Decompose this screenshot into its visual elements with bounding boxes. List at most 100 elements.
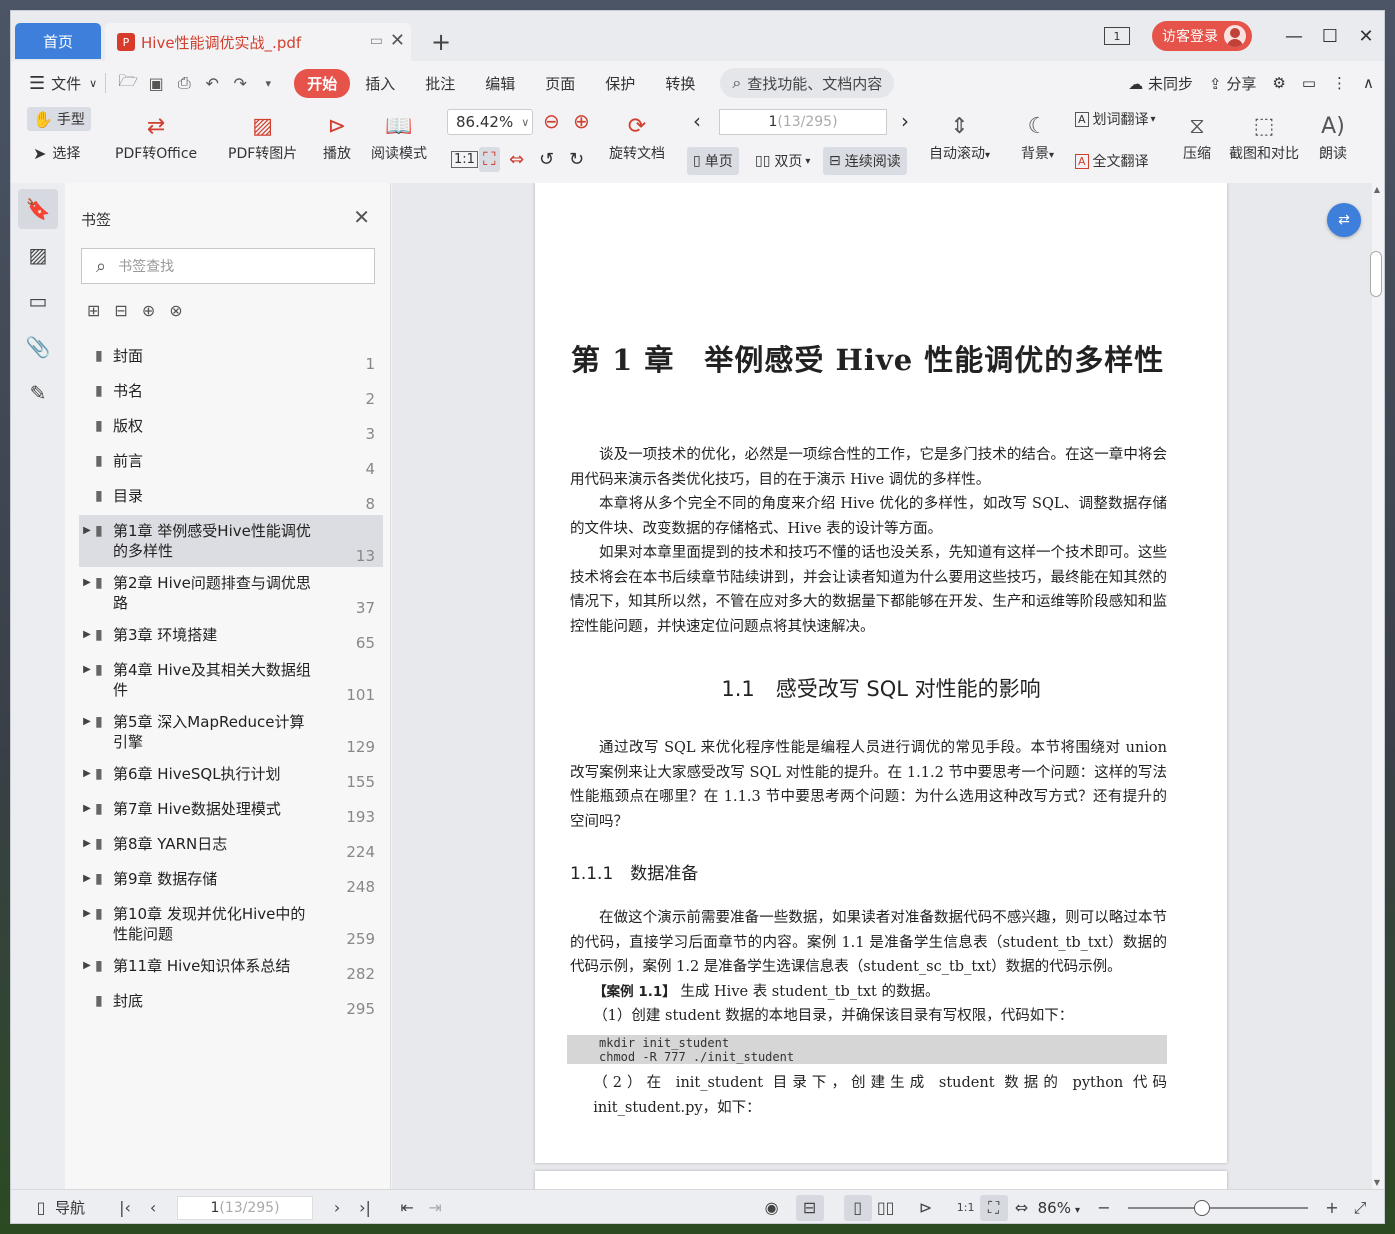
screenshot-compare-button[interactable]: ⬚ 截图和对比 [1229, 109, 1299, 163]
collapse-all-icon[interactable]: ⊟ [114, 301, 127, 320]
status-page-input[interactable]: 1 (13/295) [177, 1195, 314, 1220]
bookmark-item[interactable]: ▮ 前言 4 [79, 445, 383, 480]
quick-access-more-icon[interactable]: ▾ [254, 77, 282, 90]
bookmark-item[interactable]: ▶ ▮ 第6章 HiveSQL执行计划 155 [79, 758, 383, 793]
page-number-input[interactable]: 1 (13/295) [719, 109, 887, 135]
continuous-read-button[interactable]: ⊟ 连续阅读 [823, 147, 907, 175]
tab-home[interactable]: 首页 [15, 23, 101, 59]
menu-insert[interactable]: 插入 [350, 73, 410, 94]
menu-convert[interactable]: 转换 [650, 73, 710, 94]
play-button[interactable]: ⊳ 播放 [323, 109, 351, 163]
single-page-button[interactable]: ▯ 单页 [687, 147, 739, 175]
bookmark-item[interactable]: ▶ ▮ 第4章 Hive及其相关大数据组件 101 [79, 654, 383, 706]
tab-document[interactable]: P Hive性能调优实战_.pdf ▭ ✕ [105, 23, 411, 61]
delete-bookmark-icon[interactable]: ⊗ [169, 301, 182, 320]
expand-arrow-icon[interactable]: ▶ [79, 660, 95, 700]
close-panel-icon[interactable]: ✕ [353, 205, 370, 229]
word-translate-button[interactable]: A 划词翻译 ▾ [1075, 109, 1156, 129]
fit-width-icon[interactable]: ⇔ [509, 149, 524, 170]
signature-icon[interactable]: ✎ [18, 373, 58, 413]
close-window-icon[interactable]: ✕ [1348, 26, 1384, 47]
new-tab-button[interactable]: + [431, 28, 451, 56]
rotate-left-icon[interactable]: ↺ [539, 149, 554, 170]
zoom-in-icon[interactable]: + [1318, 1198, 1346, 1217]
double-mode-icon[interactable]: ▯▯ [872, 1198, 900, 1217]
auto-scroll-button[interactable]: ⇕ 自动滚动▾ [929, 109, 990, 163]
sync-status[interactable]: ☁ 未同步 [1128, 73, 1193, 94]
pdf-to-office-button[interactable]: ⇄ PDF转Office [115, 109, 197, 163]
bookmark-item[interactable]: ▮ 书名 2 [79, 375, 383, 410]
hand-tool-button[interactable]: ✋ 手型 [27, 107, 91, 131]
rotate-document-button[interactable]: ⟳ 旋转文档 [609, 109, 665, 163]
bookmark-item[interactable]: ▮ 目录 8 [79, 480, 383, 515]
maximize-icon[interactable]: ☐ [1312, 26, 1348, 47]
compress-button[interactable]: ⧖ 压缩 [1183, 109, 1211, 163]
open-folder-icon[interactable]: 🗁 [114, 70, 142, 97]
last-page-icon[interactable]: ›| [351, 1198, 379, 1217]
feature-search[interactable]: ⌕ 查找功能、文档内容 [720, 68, 895, 98]
bookmark-icon[interactable]: 🔖 [18, 189, 58, 229]
zoom-out-icon[interactable]: − [1090, 1198, 1118, 1217]
prev-page-icon[interactable]: ‹ [139, 1198, 167, 1217]
next-page-icon[interactable]: › [323, 1198, 351, 1217]
expand-all-icon[interactable]: ⊞ [87, 301, 100, 320]
bookmark-search-input[interactable]: ⌕ 书签查找 [81, 248, 375, 284]
bookmark-item[interactable]: ▶ ▮ 第1章 举例感受Hive性能调优的多样性 13 [79, 515, 383, 567]
forward-icon[interactable]: ⇥ [421, 1198, 449, 1217]
expand-arrow-icon[interactable]: ▶ [79, 904, 95, 944]
bookmark-item[interactable]: ▮ 封底 295 [79, 985, 383, 1020]
eye-protection-icon[interactable]: ◉ [758, 1198, 786, 1217]
double-page-button[interactable]: ▯▯ 双页 ▾ [749, 147, 816, 175]
zoom-slider[interactable] [1128, 1199, 1308, 1216]
first-page-icon[interactable]: |‹ [111, 1198, 139, 1217]
fit-page-icon[interactable]: ⛶ [979, 1194, 1008, 1221]
pin-window-icon[interactable]: ▭ [370, 33, 383, 49]
scrollbar-thumb[interactable] [1370, 251, 1382, 297]
menu-protect[interactable]: 保护 [590, 73, 650, 94]
single-mode-icon[interactable]: ▯ [843, 1194, 872, 1221]
rotate-right-icon[interactable]: ↻ [569, 149, 584, 170]
play-icon[interactable]: ⊳ [912, 1198, 940, 1217]
vertical-scrollbar[interactable]: ▲ ▼ [1370, 183, 1382, 1189]
read-aloud-button[interactable]: A) 朗读 [1319, 109, 1347, 163]
bookmark-item[interactable]: ▶ ▮ 第8章 YARN日志 224 [79, 828, 383, 863]
pdf-to-image-button[interactable]: ▨ PDF转图片 [228, 109, 297, 163]
expand-arrow-icon[interactable]: ▶ [79, 956, 95, 979]
bookmark-item[interactable]: ▶ ▮ 第11章 Hive知识体系总结 282 [79, 950, 383, 985]
comment-panel-icon[interactable]: ▭ [18, 281, 58, 321]
menu-page[interactable]: 页面 [530, 73, 590, 94]
undo-icon[interactable]: ↶ [198, 74, 226, 93]
document-viewport[interactable]: 第 1 章 举例感受 Hive 性能调优的多样性 谈及一项技术的优化，必然是一项… [392, 183, 1372, 1189]
more-icon[interactable]: ⋮ [1332, 74, 1347, 92]
navigation-icon[interactable]: ▯ [27, 1198, 55, 1217]
bookmark-item[interactable]: ▶ ▮ 第3章 环境搭建 65 [79, 619, 383, 654]
expand-arrow-icon[interactable]: ▶ [79, 869, 95, 892]
bookmark-item[interactable]: ▶ ▮ 第9章 数据存储 248 [79, 863, 383, 898]
zoom-in-icon[interactable]: ⊕ [573, 109, 590, 133]
fit-page-icon[interactable]: ⛶ [479, 147, 500, 172]
settings-icon[interactable]: ⚙ [1272, 74, 1285, 92]
expand-arrow-icon[interactable]: ▶ [79, 799, 95, 822]
close-tab-icon[interactable]: ✕ [390, 30, 405, 51]
file-menu[interactable]: ☰ 文件 ∨ [29, 73, 97, 94]
zoom-select[interactable]: 86.42% ∨ [447, 109, 533, 135]
expand-arrow-icon[interactable]: ▶ [79, 625, 95, 648]
window-count-icon[interactable]: 1 [1104, 27, 1130, 45]
select-tool-button[interactable]: ➤ 选择 [33, 141, 80, 165]
prev-page-icon[interactable]: ‹ [693, 109, 701, 133]
expand-arrow-icon[interactable]: ▶ [79, 521, 95, 561]
menu-start[interactable]: 开始 [294, 68, 351, 98]
save-icon[interactable]: ▣ [142, 74, 170, 93]
expand-arrow-icon[interactable]: ▶ [79, 834, 95, 857]
comment-icon[interactable]: ▭ [1302, 74, 1316, 92]
zoom-out-icon[interactable]: ⊖ [543, 109, 560, 133]
guest-login-button[interactable]: 访客登录 [1152, 21, 1252, 51]
expand-arrow-icon[interactable]: ▶ [79, 573, 95, 613]
menu-edit[interactable]: 编辑 [470, 73, 530, 94]
zoom-slider-knob[interactable] [1194, 1199, 1210, 1216]
actual-size-icon[interactable]: 1:1 [451, 151, 478, 168]
bookmark-item[interactable]: ▮ 版权 3 [79, 410, 383, 445]
collapse-ribbon-icon[interactable]: ∧ [1363, 74, 1374, 92]
bookmark-item[interactable]: ▶ ▮ 第10章 发现并优化Hive中的性能问题 259 [79, 898, 383, 950]
bookmark-item[interactable]: ▶ ▮ 第5章 深入MapReduce计算引擎 129 [79, 706, 383, 758]
